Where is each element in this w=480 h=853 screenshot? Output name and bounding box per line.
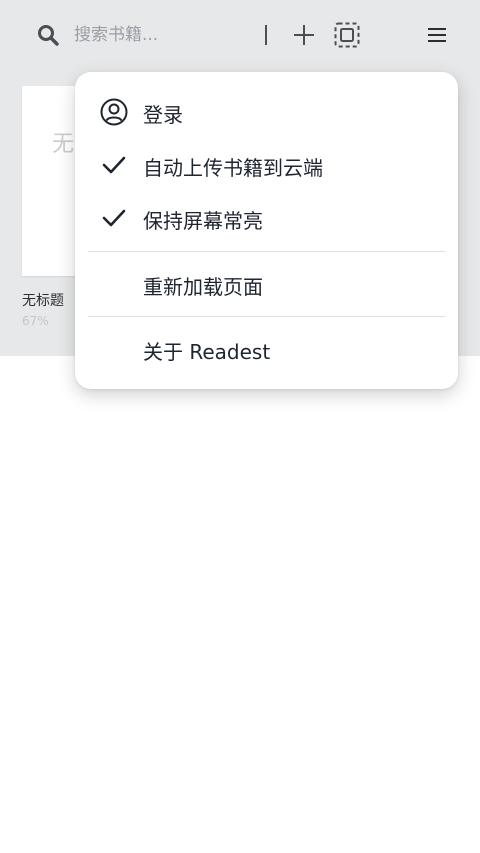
menu-item-about[interactable]: 关于 Readest bbox=[75, 323, 458, 375]
book-progress: 67% bbox=[22, 314, 49, 328]
menu-label-login: 登录 bbox=[143, 103, 183, 127]
search-icon[interactable] bbox=[36, 23, 60, 47]
menu-divider bbox=[88, 316, 445, 317]
select-mode-button[interactable] bbox=[332, 20, 362, 50]
search-input[interactable] bbox=[74, 20, 254, 50]
menu-divider bbox=[88, 251, 445, 252]
main-dropdown-menu: 登录 自动上传书籍到云端 保持屏幕常亮 重新加载页面 关于 Readest bbox=[75, 72, 458, 389]
hamburger-menu-icon bbox=[428, 28, 446, 42]
select-frame-icon bbox=[334, 22, 360, 48]
menu-item-reload-page[interactable]: 重新加载页面 bbox=[75, 258, 458, 310]
menu-label-keep-screen-on: 保持屏幕常亮 bbox=[143, 209, 263, 233]
menu-label-about: 关于 Readest bbox=[143, 340, 271, 364]
menu-label-auto-upload: 自动上传书籍到云端 bbox=[143, 156, 323, 180]
top-toolbar bbox=[0, 0, 480, 70]
plus-icon bbox=[294, 25, 314, 45]
check-icon bbox=[102, 156, 126, 174]
menu-label-reload-page: 重新加载页面 bbox=[143, 275, 263, 299]
main-menu-button[interactable] bbox=[422, 20, 452, 50]
book-title: 无标题 bbox=[22, 293, 64, 309]
toolbar-divider bbox=[265, 25, 267, 45]
menu-item-login[interactable]: 登录 bbox=[75, 86, 458, 138]
menu-item-keep-screen-on[interactable]: 保持屏幕常亮 bbox=[75, 192, 458, 244]
user-circle-icon bbox=[100, 98, 128, 126]
menu-item-auto-upload[interactable]: 自动上传书籍到云端 bbox=[75, 139, 458, 191]
book-cover-text: 无 bbox=[52, 132, 75, 157]
add-book-button[interactable] bbox=[289, 20, 319, 50]
check-icon bbox=[102, 209, 126, 227]
